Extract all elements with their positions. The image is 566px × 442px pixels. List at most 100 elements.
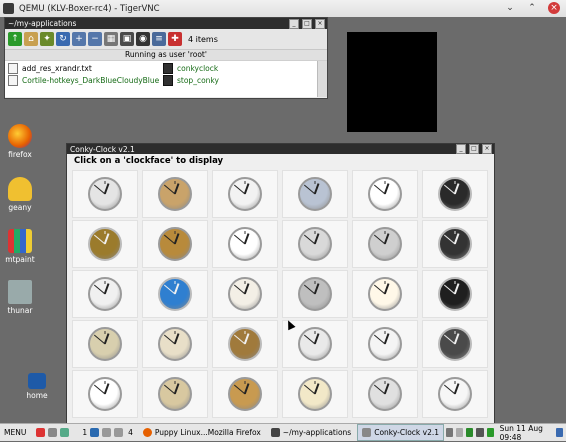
scripts-icon[interactable]: ✦ [40,32,54,46]
up-arrow-icon[interactable]: ↑ [8,32,22,46]
file-item[interactable]: conkyclock [163,63,218,74]
clockface-4-1[interactable] [142,370,208,418]
clockface-0-3[interactable] [282,170,348,218]
minimize-icon[interactable]: _ [289,18,299,29]
desktop-icon-label: home [26,391,48,400]
clockface-1-1[interactable] [142,220,208,268]
clockface-1-4[interactable] [352,220,418,268]
eye-icon[interactable]: ◉ [136,32,150,46]
clock-face-icon [158,327,192,361]
minimize-icon[interactable]: ⌄ [504,2,516,14]
maximize-icon[interactable]: □ [302,18,312,29]
clockface-0-5[interactable] [422,170,488,218]
task-label: Conky-Clock v2.1 [374,428,439,437]
clockface-2-1[interactable] [142,270,208,318]
clock-face-icon [298,277,332,311]
clockface-1-2[interactable] [212,220,278,268]
clock-face-icon [438,277,472,311]
task-firefox[interactable]: Puppy Linux...Mozilla Firefox [139,425,265,440]
clockface-2-2[interactable] [212,270,278,318]
desktop-icon-label: thunar [7,306,33,315]
clockface-4-4[interactable] [352,370,418,418]
workspace-switcher[interactable]: 1 4 [78,425,137,440]
desktop: xterm firefox geany mtpaint thunar home … [0,17,566,428]
clockface-1-0[interactable] [72,220,138,268]
desktop-icon-firefox[interactable]: firefox [0,124,40,159]
task-conky-clock[interactable]: Conky-Clock v2.1 [357,424,444,441]
zoom-out-icon[interactable]: − [88,32,102,46]
clock-face-icon [298,177,332,211]
clockface-3-4[interactable] [352,320,418,368]
clockface-0-0[interactable] [72,170,138,218]
minimize-icon[interactable]: _ [456,144,466,154]
clockface-1-3[interactable] [282,220,348,268]
clockface-2-5[interactable] [422,270,488,318]
executable-icon [163,63,173,74]
view-icon[interactable]: ▦ [104,32,118,46]
menu-button[interactable]: MENU [0,425,30,440]
clockface-1-5[interactable] [422,220,488,268]
terminal-icon[interactable]: ▣ [120,32,134,46]
task-file-manager[interactable]: ~/my-applications [267,425,355,440]
clockface-3-5[interactable] [422,320,488,368]
close-icon[interactable]: × [482,144,492,154]
home-icon[interactable]: ⌂ [24,32,38,46]
desktop-icon-geany[interactable]: geany [0,177,40,212]
maximize-icon[interactable]: □ [469,144,479,154]
tray-icon[interactable] [446,428,454,437]
battery-icon[interactable] [486,428,494,437]
fm-titlebar[interactable]: ~/my-applications _ □ × [5,18,327,29]
file-item[interactable]: add_res_xrandr.txt [8,63,92,74]
clockface-0-1[interactable] [142,170,208,218]
clockface-4-2[interactable] [212,370,278,418]
task-label: ~/my-applications [282,428,352,437]
network-icon[interactable] [466,428,474,437]
drive-icon [8,280,32,304]
cc-title: Conky-Clock v2.1 [70,144,135,154]
help-icon[interactable]: ✚ [168,32,182,46]
refresh-icon[interactable]: ↻ [56,32,70,46]
clockface-3-2[interactable] [212,320,278,368]
launcher-icon[interactable] [60,428,70,437]
clockface-2-4[interactable] [352,270,418,318]
close-icon[interactable]: × [315,18,325,29]
pencils-icon [8,229,32,253]
clockface-3-0[interactable] [72,320,138,368]
workspace-icon [114,428,124,437]
file-list: add_res_xrandr.txt conkyclock Cortile-ho… [5,61,317,97]
clockface-2-0[interactable] [72,270,138,318]
volume-icon[interactable] [476,428,484,437]
clock-face-icon [438,227,472,261]
launcher-icon[interactable] [36,428,46,437]
desktop-icon-mtpaint[interactable]: mtpaint [0,229,40,264]
show-desktop-icon[interactable] [555,428,563,437]
file-item[interactable]: stop_conky [163,75,219,86]
clockface-0-4[interactable] [352,170,418,218]
clockface-4-3[interactable] [282,370,348,418]
workspace-number: 1 [82,428,88,437]
clockface-4-0[interactable] [72,370,138,418]
clock-face-icon [368,177,402,211]
file-name: add_res_xrandr.txt [22,64,92,73]
maximize-icon[interactable]: ⌃ [526,2,538,14]
clockface-3-1[interactable] [142,320,208,368]
clock-face-icon [88,327,122,361]
cc-titlebar[interactable]: Conky-Clock v2.1 _ □ × [67,144,494,154]
clock-face-icon [438,177,472,211]
clockface-0-2[interactable] [212,170,278,218]
tray-icon[interactable] [456,428,464,437]
clockface-4-5[interactable] [422,370,488,418]
zoom-in-icon[interactable]: + [72,32,86,46]
scrollbar[interactable] [317,61,327,97]
clock-face-icon [158,377,192,411]
launcher-icon[interactable] [48,428,58,437]
desktop-icon-home[interactable]: home [17,373,57,400]
file-item[interactable]: Cortile-hotkeys_DarkBlueCloudyBlue.sh [8,75,160,86]
list-icon[interactable]: ≡ [152,32,166,46]
cc-hint: Click on a 'clockface' to display [74,156,224,166]
file-name: stop_conky [177,76,219,85]
clockface-2-3[interactable] [282,270,348,318]
close-icon[interactable]: × [548,2,560,14]
desktop-icon-thunar[interactable]: thunar [0,280,40,315]
clock-face-icon [158,277,192,311]
